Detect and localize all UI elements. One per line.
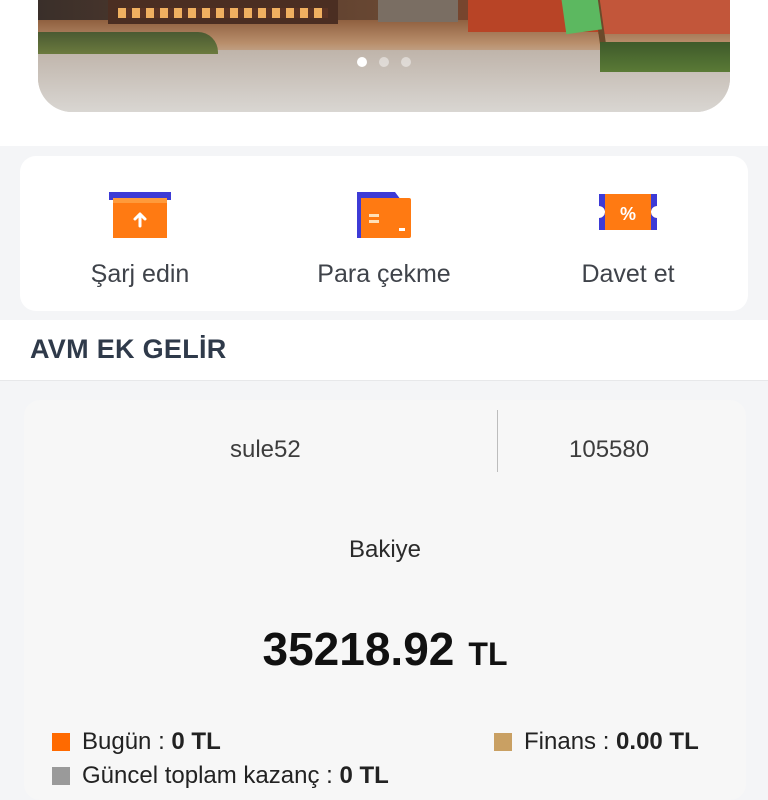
total-earnings: Güncel toplam kazanç : 0 TL bbox=[52, 762, 389, 790]
invite-button[interactable]: % Davet et bbox=[508, 156, 748, 289]
section-title: AVM EK GELİR bbox=[30, 334, 227, 364]
username: sule52 bbox=[230, 436, 301, 463]
carousel-dot-2[interactable] bbox=[379, 57, 389, 67]
recharge-icon bbox=[107, 188, 173, 244]
quick-actions-card: Şarj edin Para çekme % Davet et bbox=[20, 156, 748, 311]
recharge-label: Şarj edin bbox=[90, 260, 190, 288]
withdraw-icon bbox=[351, 188, 417, 244]
banner-area bbox=[0, 0, 768, 146]
banner-carousel[interactable] bbox=[38, 0, 730, 112]
user-id: 105580 bbox=[569, 436, 650, 463]
finance-color-square bbox=[494, 733, 512, 751]
today-value: 0 TL bbox=[171, 728, 221, 755]
svg-text:%: % bbox=[620, 204, 636, 224]
total-label: Güncel toplam kazanç : bbox=[82, 762, 333, 789]
divider bbox=[497, 410, 498, 472]
balance-currency: TL bbox=[468, 636, 508, 672]
finance-label: Finans : bbox=[524, 728, 610, 755]
finance-earnings: Finans : 0.00 TL bbox=[494, 728, 699, 756]
withdraw-button[interactable]: Para çekme bbox=[264, 156, 504, 289]
account-identity-row: sule52 105580 bbox=[24, 410, 746, 472]
today-color-square bbox=[52, 733, 70, 751]
total-color-square bbox=[52, 767, 70, 785]
recharge-button[interactable]: Şarj edin bbox=[20, 156, 260, 289]
carousel-dot-3[interactable] bbox=[401, 57, 411, 67]
section-header: AVM EK GELİR bbox=[0, 320, 768, 381]
withdraw-label: Para çekme bbox=[317, 260, 451, 288]
today-earnings: Bugün : 0 TL bbox=[52, 728, 221, 756]
balance-label: Bakiye bbox=[348, 536, 422, 563]
total-value: 0 TL bbox=[339, 762, 389, 789]
invite-coupon-icon: % bbox=[595, 188, 661, 244]
carousel-dot-1[interactable] bbox=[357, 57, 367, 67]
finance-value: 0.00 TL bbox=[616, 728, 699, 755]
invite-label: Davet et bbox=[581, 260, 675, 288]
balance-amount: 35218.92 bbox=[262, 623, 455, 675]
balance-display: 35218.92 TL bbox=[24, 622, 746, 676]
today-label: Bugün : bbox=[82, 728, 165, 755]
carousel-indicator bbox=[38, 57, 730, 67]
account-card: sule52 105580 Bakiye 35218.92 TL Bugün : … bbox=[24, 400, 746, 800]
